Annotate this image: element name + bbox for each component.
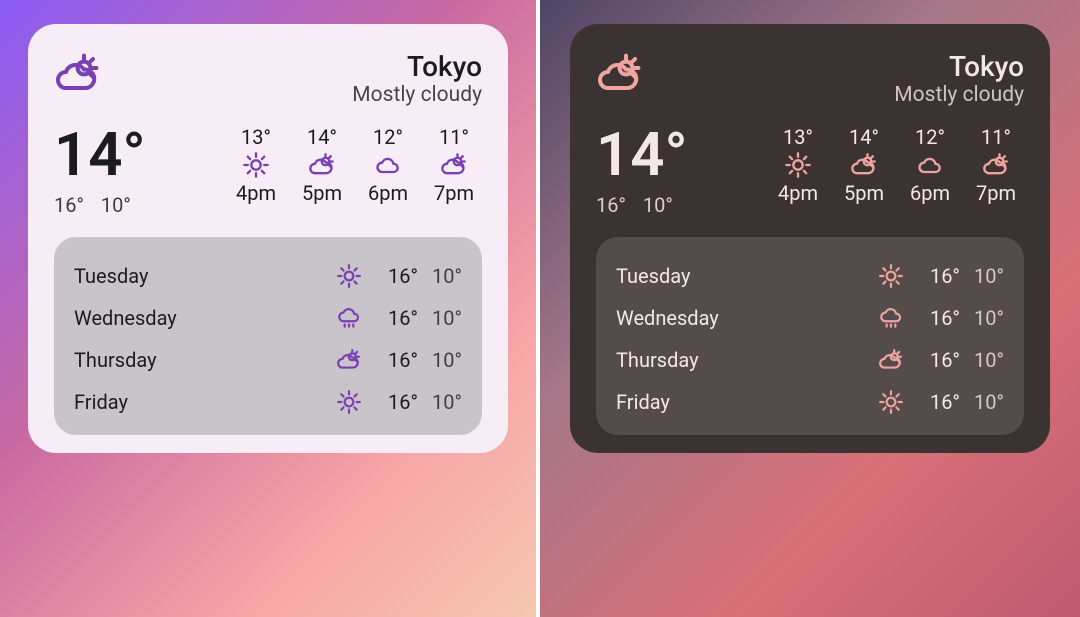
day-low: 10° [418,264,462,288]
day-row: Thursday 16° 10° [74,339,462,381]
hour-temp: 13° [241,125,271,149]
cloudy-icon [916,151,944,179]
day-high: 16° [916,390,960,414]
day-row: Wednesday 16° 10° [616,297,1004,339]
day-high: 16° [916,264,960,288]
today-low: 10° [643,193,673,217]
hour-temp: 14° [849,125,879,149]
partly-cloudy-icon [54,50,102,98]
hour-label: 5pm [302,181,342,205]
day-name: Friday [74,390,336,414]
hour-slot: 13° 4pm [770,125,826,205]
daily-forecast: Tuesday 16° 10° Wednesday 16° 10° Thursd… [54,237,482,435]
day-low: 10° [418,390,462,414]
hour-temp: 13° [783,125,813,149]
hour-label: 6pm [910,181,950,205]
partly-cloudy-icon [878,347,904,373]
hour-label: 6pm [368,181,408,205]
hour-slot: 13° 4pm [228,125,284,205]
rainy-icon [336,305,362,331]
hour-slot: 11° 7pm [968,125,1024,205]
hourly-forecast: 13° 4pm 14° 5pm 12° 6pm 11° 7pm [228,125,482,205]
daily-forecast: Tuesday 16° 10° Wednesday 16° 10° Thursd… [596,237,1024,435]
day-high: 16° [374,264,418,288]
sunny-icon [878,263,904,289]
day-low: 10° [960,390,1004,414]
day-name: Wednesday [616,306,878,330]
hourly-forecast: 13° 4pm 14° 5pm 12° 6pm 11° 7pm [770,125,1024,205]
day-high: 16° [374,390,418,414]
hour-slot: 14° 5pm [294,125,350,205]
hour-label: 5pm [844,181,884,205]
day-low: 10° [960,348,1004,372]
hour-slot: 14° 5pm [836,125,892,205]
sunny-icon [878,389,904,415]
hour-temp: 11° [981,125,1011,149]
day-low: 10° [960,264,1004,288]
condition-label: Mostly cloudy [352,83,482,107]
partly-cloudy-icon [850,151,878,179]
sunny-icon [336,389,362,415]
day-name: Tuesday [74,264,336,288]
weather-widget-dark[interactable]: Tokyo Mostly cloudy 14° 16° 10° 13° 4pm … [570,24,1050,453]
hour-temp: 14° [307,125,337,149]
day-name: Thursday [74,348,336,372]
partly-cloudy-icon [982,151,1010,179]
day-row: Tuesday 16° 10° [74,255,462,297]
day-name: Wednesday [74,306,336,330]
location-label: Tokyo [894,50,1024,83]
day-name: Thursday [616,348,878,372]
hour-slot: 12° 6pm [902,125,958,205]
hour-temp: 12° [373,125,403,149]
condition-label: Mostly cloudy [894,83,1024,107]
current-temp: 14° [54,125,146,185]
day-high: 16° [916,348,960,372]
hour-label: 7pm [976,181,1016,205]
location-label: Tokyo [352,50,482,83]
sunny-icon [242,151,270,179]
hour-label: 4pm [236,181,276,205]
day-low: 10° [418,348,462,372]
day-low: 10° [418,306,462,330]
hour-slot: 11° 7pm [426,125,482,205]
current-temp: 14° [596,125,688,185]
today-high: 16° [54,193,84,217]
today-high: 16° [596,193,626,217]
day-row: Wednesday 16° 10° [74,297,462,339]
day-name: Friday [616,390,878,414]
day-row: Thursday 16° 10° [616,339,1004,381]
day-row: Friday 16° 10° [616,381,1004,423]
day-low: 10° [960,306,1004,330]
hour-label: 4pm [778,181,818,205]
partly-cloudy-icon [336,347,362,373]
day-row: Friday 16° 10° [74,381,462,423]
today-low: 10° [101,193,131,217]
hour-temp: 11° [439,125,469,149]
rainy-icon [878,305,904,331]
day-high: 16° [916,306,960,330]
day-high: 16° [374,306,418,330]
sunny-icon [784,151,812,179]
sunny-icon [336,263,362,289]
partly-cloudy-icon [596,50,644,98]
partly-cloudy-icon [440,151,468,179]
hour-slot: 12° 6pm [360,125,416,205]
cloudy-icon [374,151,402,179]
partly-cloudy-icon [308,151,336,179]
day-name: Tuesday [616,264,878,288]
weather-widget-light[interactable]: Tokyo Mostly cloudy 14° 16° 10° 13° 4pm … [28,24,508,453]
day-high: 16° [374,348,418,372]
hour-label: 7pm [434,181,474,205]
day-row: Tuesday 16° 10° [616,255,1004,297]
hour-temp: 12° [915,125,945,149]
